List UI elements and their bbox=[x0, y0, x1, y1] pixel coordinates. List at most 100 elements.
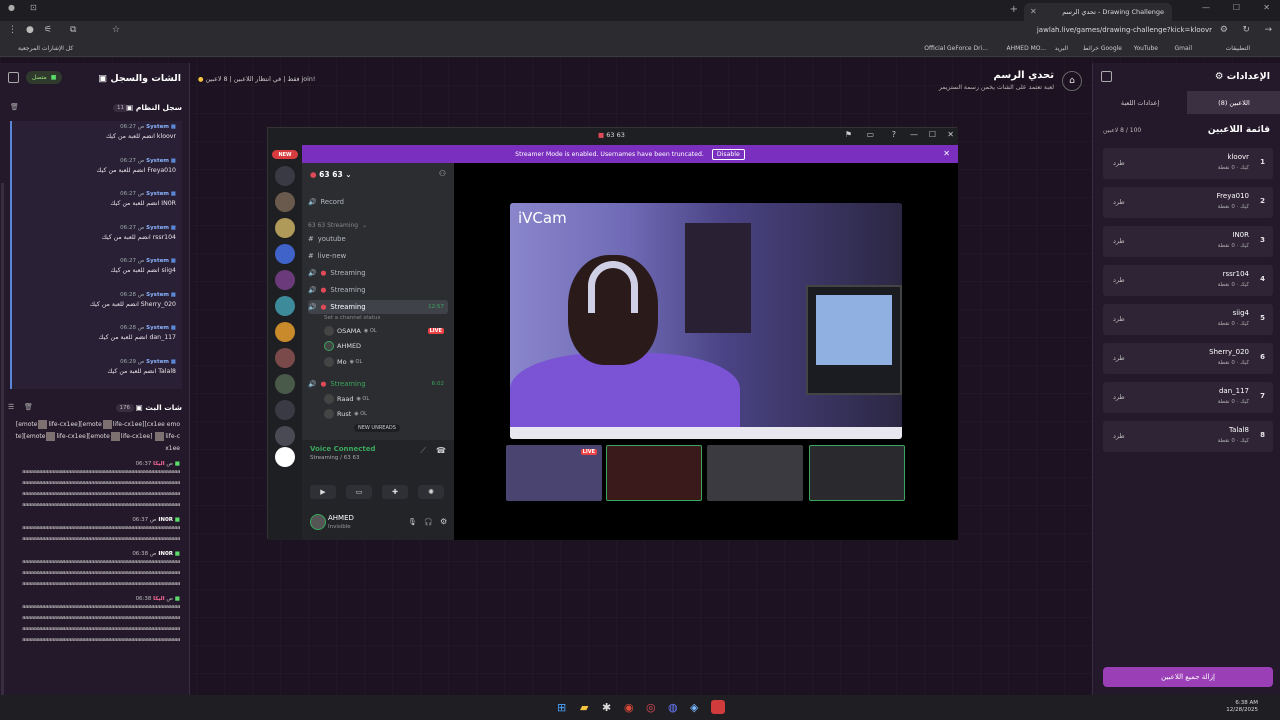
microphone-icon[interactable]: 🎙 bbox=[408, 518, 417, 526]
collapse-chat-button[interactable] bbox=[8, 72, 19, 83]
bookmark-apps[interactable]: التطبيقات bbox=[1226, 45, 1250, 52]
inbox-icon[interactable]: ⚑ bbox=[845, 130, 852, 139]
bookmark-youtube[interactable]: YouTube bbox=[1134, 45, 1158, 52]
voice-user[interactable]: Mo ◉ OL bbox=[324, 357, 362, 367]
clock[interactable]: 6:38 AM 12/28/2025 bbox=[1226, 700, 1258, 714]
site-settings-icon[interactable]: ⚙ bbox=[1220, 25, 1228, 35]
close-banner-icon[interactable]: ✕ bbox=[943, 149, 950, 158]
activities-button[interactable]: ✚ bbox=[382, 485, 408, 499]
trash-icon[interactable]: 🗑 bbox=[10, 103, 19, 111]
disconnect-icon[interactable]: ☎ bbox=[436, 446, 446, 455]
bookmark-star-icon[interactable]: ☆ bbox=[112, 25, 120, 35]
category-header[interactable]: 63 63 Streaming ⌄ bbox=[308, 218, 448, 232]
kick-button[interactable]: طرد bbox=[1113, 237, 1125, 245]
server-icon[interactable] bbox=[275, 322, 295, 342]
screen-share-icon[interactable]: ▭ bbox=[866, 130, 874, 139]
server-icon[interactable] bbox=[275, 348, 295, 368]
server-icon[interactable] bbox=[275, 426, 295, 446]
app-icon[interactable]: ◎ bbox=[646, 701, 656, 714]
channel-youtube[interactable]: # youtube bbox=[308, 232, 448, 246]
participant-tile[interactable]: LIVE bbox=[506, 445, 602, 501]
channel-streaming-selected[interactable]: 🔊 ● Streaming 12:57 bbox=[308, 300, 448, 314]
kick-button[interactable]: طرد bbox=[1113, 159, 1125, 167]
voice-user[interactable]: Raad ◉ OL bbox=[324, 394, 369, 404]
kick-button[interactable]: طرد bbox=[1113, 276, 1125, 284]
voice-user[interactable]: OSAMA ◉ OL LIVE bbox=[324, 326, 444, 336]
video-button[interactable]: ▶ bbox=[310, 485, 336, 499]
add-member-icon[interactable]: ⚇ bbox=[439, 169, 446, 178]
noise-suppression-icon[interactable]: ⟋ bbox=[420, 446, 426, 456]
maximize-icon[interactable]: ☐ bbox=[929, 130, 936, 139]
help-icon[interactable]: ? bbox=[892, 130, 896, 139]
maximize-icon[interactable]: ☐ bbox=[1233, 3, 1240, 12]
channel-streaming-2[interactable]: 🔊 ● Streaming 6:02 bbox=[308, 377, 448, 391]
extensions-icon[interactable]: ⚟ bbox=[44, 25, 52, 35]
camera-stream[interactable]: iVCam bbox=[510, 203, 902, 439]
settings-gear-icon[interactable]: ⚙ bbox=[440, 517, 447, 526]
trash-icon[interactable]: 🗑 bbox=[24, 403, 33, 411]
disable-button[interactable]: Disable bbox=[711, 148, 745, 160]
voice-user[interactable]: Rust ◉ OL bbox=[324, 409, 367, 419]
new-tab-button[interactable]: + bbox=[1010, 4, 1018, 15]
discord-icon[interactable]: ◍ bbox=[668, 701, 678, 714]
url-field[interactable]: jawlah.live/games/drawing-challenge?kick… bbox=[1037, 26, 1212, 34]
participant-tile[interactable] bbox=[809, 445, 905, 501]
server-icon[interactable] bbox=[275, 270, 295, 290]
tab-search-icon[interactable]: ⊡ bbox=[30, 3, 37, 12]
start-icon[interactable]: ⊞ bbox=[557, 701, 566, 714]
screen-share-button[interactable]: ▭ bbox=[346, 485, 372, 499]
folder-icon[interactable]: ▰ bbox=[580, 701, 588, 714]
channel-streaming[interactable]: 🔊 ● Streaming bbox=[308, 283, 448, 297]
menu-dots-icon[interactable]: ⋮ bbox=[8, 25, 17, 35]
reload-icon[interactable]: ↻ bbox=[1242, 25, 1250, 35]
bookmark-maps[interactable]: خرائط Google bbox=[1083, 45, 1122, 52]
bookmark-gmail[interactable]: Gmail bbox=[1174, 45, 1192, 52]
participant-tile[interactable] bbox=[707, 445, 803, 501]
tab-players[interactable]: اللاعبين (8) bbox=[1187, 91, 1280, 114]
server-icon[interactable] bbox=[275, 296, 295, 316]
kick-button[interactable]: طرد bbox=[1113, 393, 1125, 401]
channel-record[interactable]: 🔊 Record bbox=[308, 195, 448, 209]
server-icon[interactable] bbox=[275, 447, 295, 467]
set-status-hint[interactable]: Set a channel status bbox=[324, 315, 380, 321]
bookmark-all[interactable]: كل الإشارات المرجعية bbox=[18, 45, 73, 52]
profile-icon[interactable]: ● bbox=[26, 25, 34, 35]
close-icon[interactable]: ✕ bbox=[947, 130, 954, 139]
bookmark-mail[interactable]: البريد bbox=[1055, 45, 1068, 52]
minimize-icon[interactable]: — bbox=[910, 130, 918, 139]
soundboard-button[interactable]: ✺ bbox=[418, 485, 444, 499]
home-button[interactable]: ⌂ bbox=[1062, 71, 1082, 91]
server-icon[interactable] bbox=[275, 192, 295, 212]
voice-user[interactable]: AHMED bbox=[324, 341, 361, 351]
filter-icon[interactable]: ☰ bbox=[8, 403, 14, 411]
tab-drawing-challenge[interactable]: ✕ تحدي الرسم - Drawing Challenge bbox=[1024, 3, 1172, 21]
steam-icon[interactable]: ◈ bbox=[690, 701, 698, 714]
tab-close-icon[interactable]: ✕ bbox=[1030, 7, 1037, 16]
server-icon[interactable] bbox=[275, 400, 295, 420]
remove-all-players-button[interactable]: إزالة جميع اللاعبين bbox=[1103, 667, 1273, 687]
close-window-icon[interactable]: ✕ bbox=[1263, 3, 1270, 12]
back-icon[interactable]: → bbox=[1264, 25, 1272, 35]
channel-live-new[interactable]: # live-new bbox=[308, 249, 448, 263]
kick-button[interactable]: طرد bbox=[1113, 315, 1125, 323]
tab-game-settings[interactable]: إعدادات اللعبة bbox=[1093, 91, 1187, 114]
app-icon[interactable] bbox=[711, 700, 725, 714]
minimize-icon[interactable]: — bbox=[1202, 3, 1210, 12]
window-menu-icon[interactable]: ● bbox=[8, 3, 15, 12]
collapse-settings-button[interactable] bbox=[1101, 71, 1112, 82]
bookmark-ahmed[interactable]: AHMED MO... bbox=[1007, 45, 1047, 52]
kick-button[interactable]: طرد bbox=[1113, 198, 1125, 206]
app-icon[interactable]: ✱ bbox=[602, 701, 611, 714]
server-icon[interactable] bbox=[275, 374, 295, 394]
avatar[interactable] bbox=[310, 514, 326, 530]
extension-puzzle-icon[interactable]: ⧉ bbox=[70, 25, 76, 35]
chrome-icon[interactable]: ◉ bbox=[624, 701, 634, 714]
server-icon[interactable] bbox=[275, 166, 295, 186]
kick-button[interactable]: طرد bbox=[1113, 354, 1125, 362]
server-icon[interactable] bbox=[275, 244, 295, 264]
bookmark-geforce[interactable]: Official GeForce Dri... bbox=[924, 45, 988, 52]
new-unreads-badge[interactable]: NEW UNREADS bbox=[354, 424, 400, 432]
channel-streaming[interactable]: 🔊 ● Streaming bbox=[308, 266, 448, 280]
chat-scrollbar[interactable] bbox=[1, 183, 4, 720]
server-icon[interactable] bbox=[275, 218, 295, 238]
